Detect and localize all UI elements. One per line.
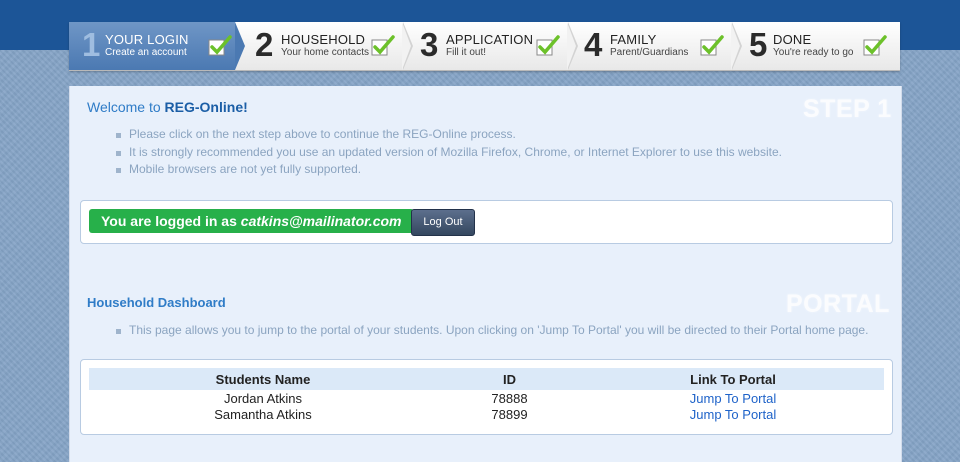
checkmark-icon	[700, 35, 724, 57]
welcome-prefix: Welcome to	[87, 99, 165, 115]
step-number: 5	[749, 26, 768, 63]
dashboard-title: Household Dashboard	[87, 295, 226, 310]
dashboard-notes: This page allows you to jump to the port…	[114, 322, 868, 340]
checkmark-icon	[863, 35, 887, 57]
step-subtitle: Create an account	[105, 47, 187, 58]
progress-steps: 1 YOUR LOGIN Create an account 2 HOUSEHO…	[69, 22, 900, 71]
logout-button[interactable]: Log Out	[411, 209, 475, 236]
step-title: APPLICATION	[446, 32, 534, 47]
student-name: Jordan Atkins	[223, 391, 303, 406]
step-number: 4	[584, 26, 603, 63]
table-row: Jordan Atkins 78888 Jump To Portal	[89, 390, 884, 407]
logged-in-badge: You are logged in as catkins@mailinator.…	[89, 209, 414, 233]
checkmark-icon	[536, 35, 560, 57]
main-panel: Welcome to REG-Online! STEP 1 Please cli…	[69, 86, 902, 462]
welcome-heading: Welcome to REG-Online!	[87, 99, 248, 115]
step-household[interactable]: 2 HOUSEHOLD Your home contacts	[245, 22, 413, 70]
step-number: 3	[420, 26, 439, 63]
list-item: This page allows you to jump to the port…	[114, 322, 868, 340]
logged-in-label: You are logged in as	[101, 213, 241, 229]
list-item: Mobile browsers are not yet fully suppor…	[114, 161, 782, 179]
user-email: catkins@mailinator.com	[240, 213, 402, 229]
column-header-name: Students Name	[89, 368, 437, 390]
step-application[interactable]: 3 APPLICATION Fill it out!	[410, 22, 578, 70]
step-title: HOUSEHOLD	[281, 32, 366, 47]
student-id: 78899	[491, 407, 528, 422]
column-header-link: Link To Portal	[582, 368, 884, 390]
step-subtitle: Parent/Guardians	[610, 47, 689, 58]
list-item: Please click on the next step above to c…	[114, 126, 782, 144]
student-name: Samantha Atkins	[214, 407, 312, 422]
step-number: 1	[82, 26, 101, 63]
student-id: 78888	[491, 390, 528, 406]
step-subtitle: Fill it out!	[446, 47, 487, 58]
students-table: Students Name ID Link To Portal Jordan A…	[89, 368, 884, 423]
step-subtitle: Your home contacts	[281, 47, 370, 58]
step-number: 2	[255, 26, 274, 63]
step-title: DONE	[773, 32, 812, 47]
jump-to-portal-link[interactable]: Jump To Portal	[690, 391, 776, 406]
login-status-box: You are logged in as catkins@mailinator.…	[80, 200, 893, 244]
step-title: YOUR LOGIN	[105, 32, 189, 47]
step-subtitle: You're ready to go	[773, 47, 854, 58]
instructions-list: Please click on the next step above to c…	[114, 126, 782, 179]
table-header-row: Students Name ID Link To Portal	[89, 368, 884, 390]
checkmark-icon	[371, 35, 395, 57]
list-item: It is strongly recommended you use an up…	[114, 144, 782, 162]
jump-to-portal-link[interactable]: Jump To Portal	[690, 407, 776, 422]
step-family[interactable]: 4 FAMILY Parent/Guardians	[574, 22, 742, 70]
checkmark-icon	[208, 35, 232, 57]
step-title: FAMILY	[610, 32, 657, 47]
brand-name: REG-Online!	[164, 99, 248, 115]
table-row: Samantha Atkins 78899 Jump To Portal	[89, 407, 884, 423]
step-done[interactable]: 5 DONE You're ready to go	[739, 22, 900, 70]
portal-watermark: PORTAL	[786, 290, 890, 318]
step-watermark: STEP 1	[803, 95, 892, 123]
students-table-box: Students Name ID Link To Portal Jordan A…	[80, 359, 893, 435]
step-your-login[interactable]: 1 YOUR LOGIN Create an account	[69, 22, 245, 70]
column-header-id: ID	[437, 368, 582, 390]
